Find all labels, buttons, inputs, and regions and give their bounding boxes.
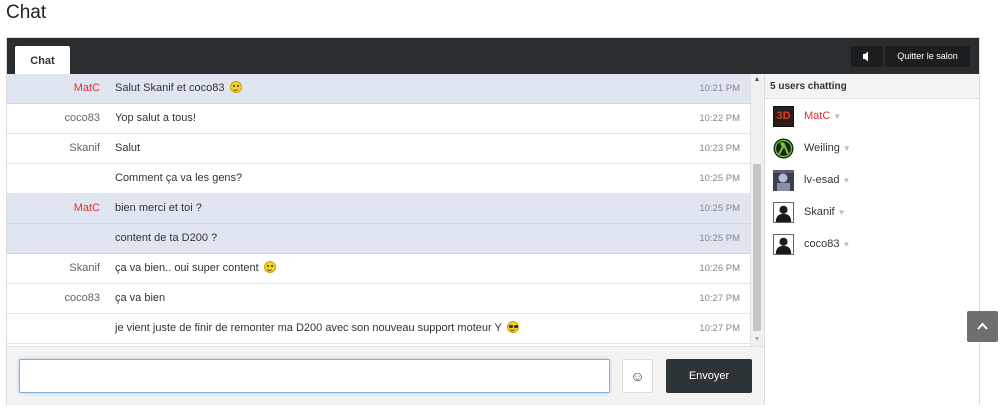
message-text-wrap: ça va bien.. oui super content <box>115 254 276 283</box>
lambda-avatar <box>773 138 794 159</box>
chevron-up-icon <box>977 322 988 330</box>
caret-down-icon[interactable]: ▼ <box>843 144 851 153</box>
message-text-wrap: Comment ça va les gens? <box>115 164 242 193</box>
message-text: ça va bien <box>115 292 166 304</box>
message-username[interactable]: coco83 <box>65 104 100 133</box>
message-time: 10:27 PM <box>699 323 740 334</box>
message-row: coco83 Yop salut a tous! 10:22 PM <box>7 104 750 134</box>
message-time: 10:21 PM <box>699 83 740 94</box>
message-text: Salut <box>115 142 141 154</box>
message-text-wrap: Salut <box>115 134 140 163</box>
message-text-wrap: je vient juste de finir de remonter ma D… <box>115 314 519 343</box>
scroll-thumb[interactable] <box>753 164 761 331</box>
message-row: MatC Salut Skanif et coco83 10:21 PM <box>7 74 750 104</box>
caret-down-icon[interactable]: ▼ <box>842 176 850 185</box>
default-avatar <box>773 234 794 255</box>
message-text-wrap: ça va bien <box>115 284 165 313</box>
user-list-item[interactable]: Weiling ▼ <box>773 138 973 162</box>
user-list-item[interactable]: lv-esad ▼ <box>773 170 973 194</box>
message-text: bien merci et toi ? <box>115 202 202 214</box>
smiley-icon <box>263 261 276 273</box>
tab-chat[interactable]: Chat <box>15 46 70 74</box>
send-button[interactable]: Envoyer <box>666 359 752 393</box>
message-scrollbar[interactable]: ▲ ▼ <box>750 74 763 346</box>
message-time: 10:25 PM <box>699 173 740 184</box>
user-name[interactable]: MatC ▼ <box>804 106 841 127</box>
message-row: Skanif ça va bien.. oui super content 10:… <box>7 254 750 284</box>
3d-avatar: 3D <box>773 106 794 127</box>
sound-toggle-button[interactable] <box>851 46 883 67</box>
quit-room-button[interactable]: Quitter le salon <box>885 46 970 67</box>
message-text-wrap: bien merci et toi ? <box>115 194 202 223</box>
emoji-button[interactable]: ☺ <box>622 359 653 393</box>
message-time: 10:27 PM <box>699 293 740 304</box>
caret-down-icon[interactable]: ▼ <box>838 208 846 217</box>
message-row: Comment ça va les gens? 10:25 PM <box>7 164 750 194</box>
message-text: Salut Skanif et coco83 <box>115 82 225 94</box>
chat-box: Chat Quitter le salon MatC Salut Skanif e… <box>6 37 980 405</box>
user-name-text: coco83 <box>804 238 840 250</box>
user-list-item[interactable]: Skanif ▼ <box>773 202 973 226</box>
user-name[interactable]: lv-esad ▼ <box>804 170 850 191</box>
caret-down-icon[interactable]: ▼ <box>833 112 841 121</box>
photo-avatar <box>773 170 794 191</box>
user-name[interactable]: Skanif ▼ <box>804 202 846 223</box>
message-text: je vient juste de finir de remonter ma D… <box>115 322 502 334</box>
scroll-to-top-button[interactable] <box>967 311 998 342</box>
message-username[interactable]: MatC <box>74 194 100 223</box>
message-time: 10:25 PM <box>699 233 740 244</box>
message-text-wrap: Salut Skanif et coco83 <box>115 74 242 103</box>
message-text: Comment ça va les gens? <box>115 172 243 184</box>
message-time: 10:25 PM <box>699 203 740 214</box>
default-avatar <box>773 202 794 223</box>
user-name[interactable]: coco83 ▼ <box>804 234 850 255</box>
caret-down-icon[interactable]: ▼ <box>842 240 850 249</box>
message-username[interactable]: Skanif <box>69 254 100 283</box>
users-count-header: 5 users chatting <box>765 74 979 99</box>
scroll-down-arrow[interactable]: ▼ <box>751 334 763 346</box>
user-name-text: Weiling <box>804 142 840 154</box>
cool-smiley-icon <box>506 321 519 333</box>
message-row: Skanif Salut 10:23 PM <box>7 134 750 164</box>
user-list-item[interactable]: 3D MatC ▼ <box>773 106 973 130</box>
user-name-text: MatC <box>804 110 831 122</box>
message-username[interactable]: Skanif <box>69 134 100 163</box>
message-time: 10:26 PM <box>699 263 740 274</box>
message-text: Yop salut a tous! <box>115 112 196 124</box>
user-name-text: Skanif <box>804 206 835 218</box>
user-name[interactable]: Weiling ▼ <box>804 138 851 159</box>
user-name-text: lv-esad <box>804 174 840 186</box>
speaker-icon <box>863 51 868 62</box>
smiley-icon <box>229 81 242 93</box>
message-list: MatC Salut Skanif et coco83 10:21 PM coco8… <box>7 74 750 346</box>
scroll-up-arrow[interactable]: ▲ <box>751 74 763 86</box>
page-title: Chat <box>6 2 47 23</box>
message-time: 10:22 PM <box>699 113 740 124</box>
message-text-wrap: content de ta D200 ? <box>115 224 217 253</box>
message-row: coco83 ça va bien 10:27 PM <box>7 284 750 314</box>
users-panel: 5 users chatting 3D MatC ▼ Weiling ▼ lv-esad ▼… <box>764 74 979 405</box>
message-username[interactable]: MatC <box>74 74 100 103</box>
message-username[interactable]: coco83 <box>65 284 100 313</box>
message-row: je vient juste de finir de remonter ma D… <box>7 314 750 344</box>
chat-topbar: Chat Quitter le salon <box>7 38 979 74</box>
user-list-item[interactable]: coco83 ▼ <box>773 234 973 258</box>
message-text-wrap: Yop salut a tous! <box>115 104 196 133</box>
message-input[interactable] <box>19 359 610 393</box>
message-row: MatC bien merci et toi ? 10:25 PM <box>7 194 750 224</box>
message-row: content de ta D200 ? 10:25 PM <box>7 224 750 254</box>
message-text: content de ta D200 ? <box>115 232 218 244</box>
composer: ☺ Envoyer <box>7 346 764 405</box>
smiley-icon: ☺ <box>630 368 645 384</box>
message-text: ça va bien.. oui super content <box>115 262 259 274</box>
message-time: 10:23 PM <box>699 143 740 154</box>
